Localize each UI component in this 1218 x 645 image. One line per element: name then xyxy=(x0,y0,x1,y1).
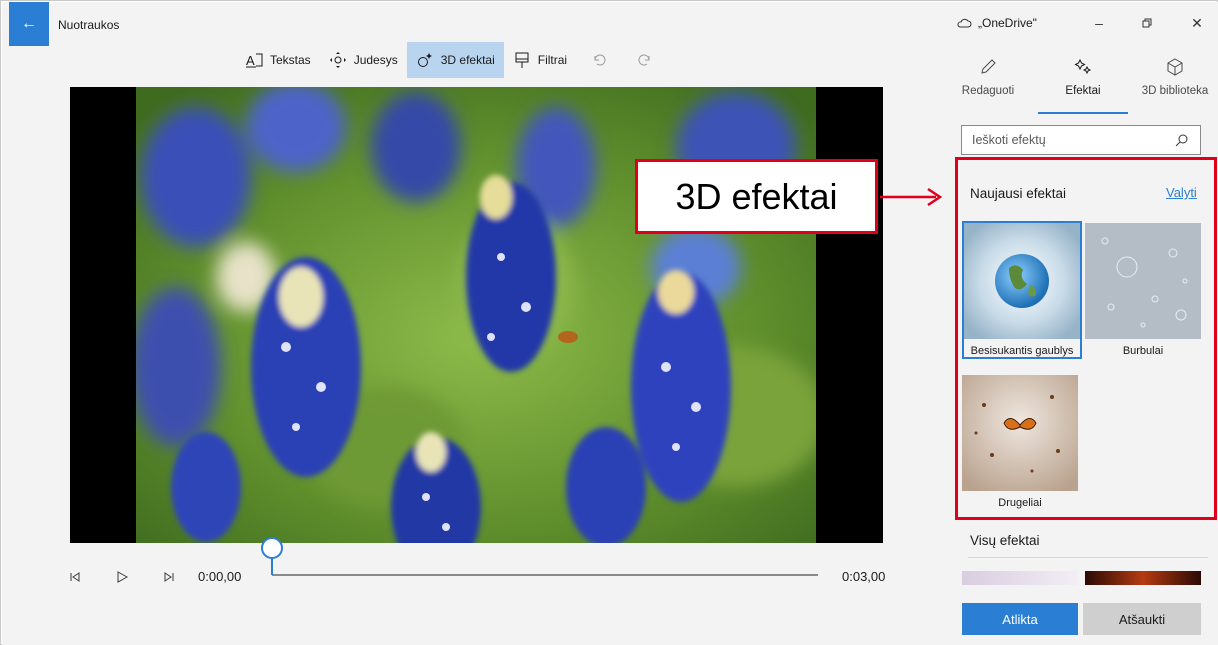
app-title: Nuotraukos xyxy=(58,18,120,32)
current-time: 0:00,00 xyxy=(198,569,242,584)
svg-text:A: A xyxy=(246,53,255,68)
redo-button[interactable] xyxy=(622,42,668,78)
effects-search xyxy=(961,125,1201,155)
timeline-handle[interactable] xyxy=(261,537,283,559)
filter-button[interactable]: Filtrai xyxy=(504,42,576,78)
tab-3d-library-label: 3D biblioteka xyxy=(1141,85,1209,97)
motion-icon xyxy=(329,52,346,68)
undo-icon xyxy=(594,54,606,66)
motion-button[interactable]: Judesys xyxy=(320,42,407,78)
search-icon[interactable] xyxy=(1174,132,1190,148)
bluebonnet-photo xyxy=(136,87,816,543)
minimize-button[interactable]: – xyxy=(1082,8,1116,38)
3d-effects-button-label: 3D efektai xyxy=(440,53,495,67)
effect-thumbnail-partial[interactable] xyxy=(962,571,1078,585)
play-button[interactable] xyxy=(112,568,132,586)
step-forward-icon xyxy=(164,572,174,582)
3d-effects-icon xyxy=(417,53,432,67)
text-button-label: Tekstas xyxy=(270,53,311,67)
back-button[interactable]: ← xyxy=(9,2,49,46)
panel-title-bar: „OneDrive" xyxy=(956,16,1037,30)
tab-effects-label: Efektai xyxy=(1065,85,1101,97)
annotation-arrow-icon xyxy=(880,187,943,207)
close-button[interactable]: ✕ xyxy=(1180,8,1214,38)
search-input[interactable] xyxy=(972,133,1174,147)
motion-button-label: Judesys xyxy=(353,53,398,67)
pencil-icon xyxy=(981,59,996,74)
step-back-icon xyxy=(70,572,80,582)
annotation-highlight-box xyxy=(955,157,1217,520)
redo-icon xyxy=(638,54,650,66)
section-divider xyxy=(968,557,1208,558)
play-icon xyxy=(117,571,128,583)
filter-icon xyxy=(515,52,529,68)
close-icon: ✕ xyxy=(1191,14,1203,31)
tab-edit-label: Redaguoti xyxy=(961,85,1015,97)
restore-button[interactable] xyxy=(1130,8,1164,38)
minimize-icon: – xyxy=(1095,15,1103,31)
restore-icon xyxy=(1142,18,1152,28)
back-arrow-icon: ← xyxy=(21,15,37,32)
annotation-callout: 3D efektai xyxy=(635,159,878,234)
previous-frame-button[interactable] xyxy=(65,568,85,586)
tab-effects[interactable]: Efektai xyxy=(1042,50,1124,110)
effect-thumbnail-partial[interactable] xyxy=(1085,571,1201,585)
cube-icon xyxy=(1167,58,1183,76)
3d-effects-button[interactable]: 3D efektai xyxy=(406,42,504,78)
all-effects-title: Visų efektai xyxy=(970,533,1040,548)
filter-button-label: Filtrai xyxy=(537,53,568,67)
next-frame-button[interactable] xyxy=(159,568,179,586)
panel-title: „OneDrive" xyxy=(978,16,1037,30)
active-tab-indicator xyxy=(1038,112,1128,114)
editor-area: ← Nuotraukos A Tekstas Judesys 3D efekta… xyxy=(2,2,942,645)
timeline-track[interactable] xyxy=(272,574,818,576)
tab-edit[interactable]: Redaguoti xyxy=(950,50,1026,110)
toolbar: A Tekstas Judesys 3D efektai Filtrai xyxy=(236,42,668,78)
cancel-button[interactable]: Atšaukti xyxy=(1083,603,1201,635)
text-icon: A xyxy=(246,53,263,68)
app-window: ← Nuotraukos A Tekstas Judesys 3D efekta… xyxy=(0,0,1218,645)
done-button[interactable]: Atlikta xyxy=(962,603,1078,635)
sparkle-icon xyxy=(1074,58,1092,75)
total-time: 0:03,00 xyxy=(842,569,886,584)
panel-tabs: Redaguoti Efektai 3D biblioteka xyxy=(942,50,1218,116)
undo-button[interactable] xyxy=(576,42,622,78)
text-button[interactable]: A Tekstas xyxy=(236,42,320,78)
video-canvas xyxy=(70,87,883,543)
cloud-icon xyxy=(957,18,972,28)
tab-3d-library[interactable]: 3D biblioteka xyxy=(1136,50,1214,110)
